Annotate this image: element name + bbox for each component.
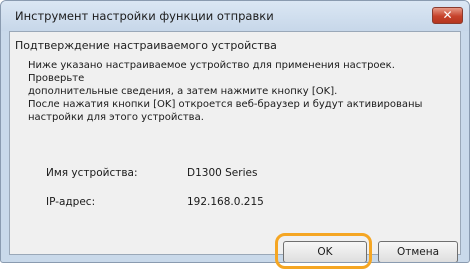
- ok-button-highlight: [275, 233, 372, 269]
- ip-address-value: 192.168.0.215: [187, 196, 264, 208]
- instruction-line: После нажатия кнопки [OK] откроется веб-…: [28, 99, 423, 110]
- title-bar[interactable]: Инструмент настройки функции отправки ✕: [1, 1, 469, 31]
- instruction-line: дополнительные сведения, а затем нажмите…: [28, 86, 338, 97]
- instruction-text: Ниже указано настраиваемое устройство дл…: [28, 59, 448, 124]
- window-title: Инструмент настройки функции отправки: [15, 9, 274, 23]
- device-name-label: Имя устройства:: [46, 167, 138, 179]
- instruction-line: Ниже указано настраиваемое устройство дл…: [28, 60, 395, 84]
- instruction-line: настройки для этого устройства.: [28, 112, 204, 123]
- close-button[interactable]: ✕: [432, 7, 463, 24]
- cancel-button[interactable]: Отмена: [378, 241, 458, 262]
- device-name-value: D1300 Series: [187, 167, 258, 179]
- dialog-window: Инструмент настройки функции отправки ✕ …: [0, 0, 470, 263]
- section-heading: Подтверждение настраиваемого устройства: [15, 39, 277, 52]
- ip-address-label: IP-адрес:: [46, 196, 96, 208]
- close-icon: ✕: [442, 8, 453, 22]
